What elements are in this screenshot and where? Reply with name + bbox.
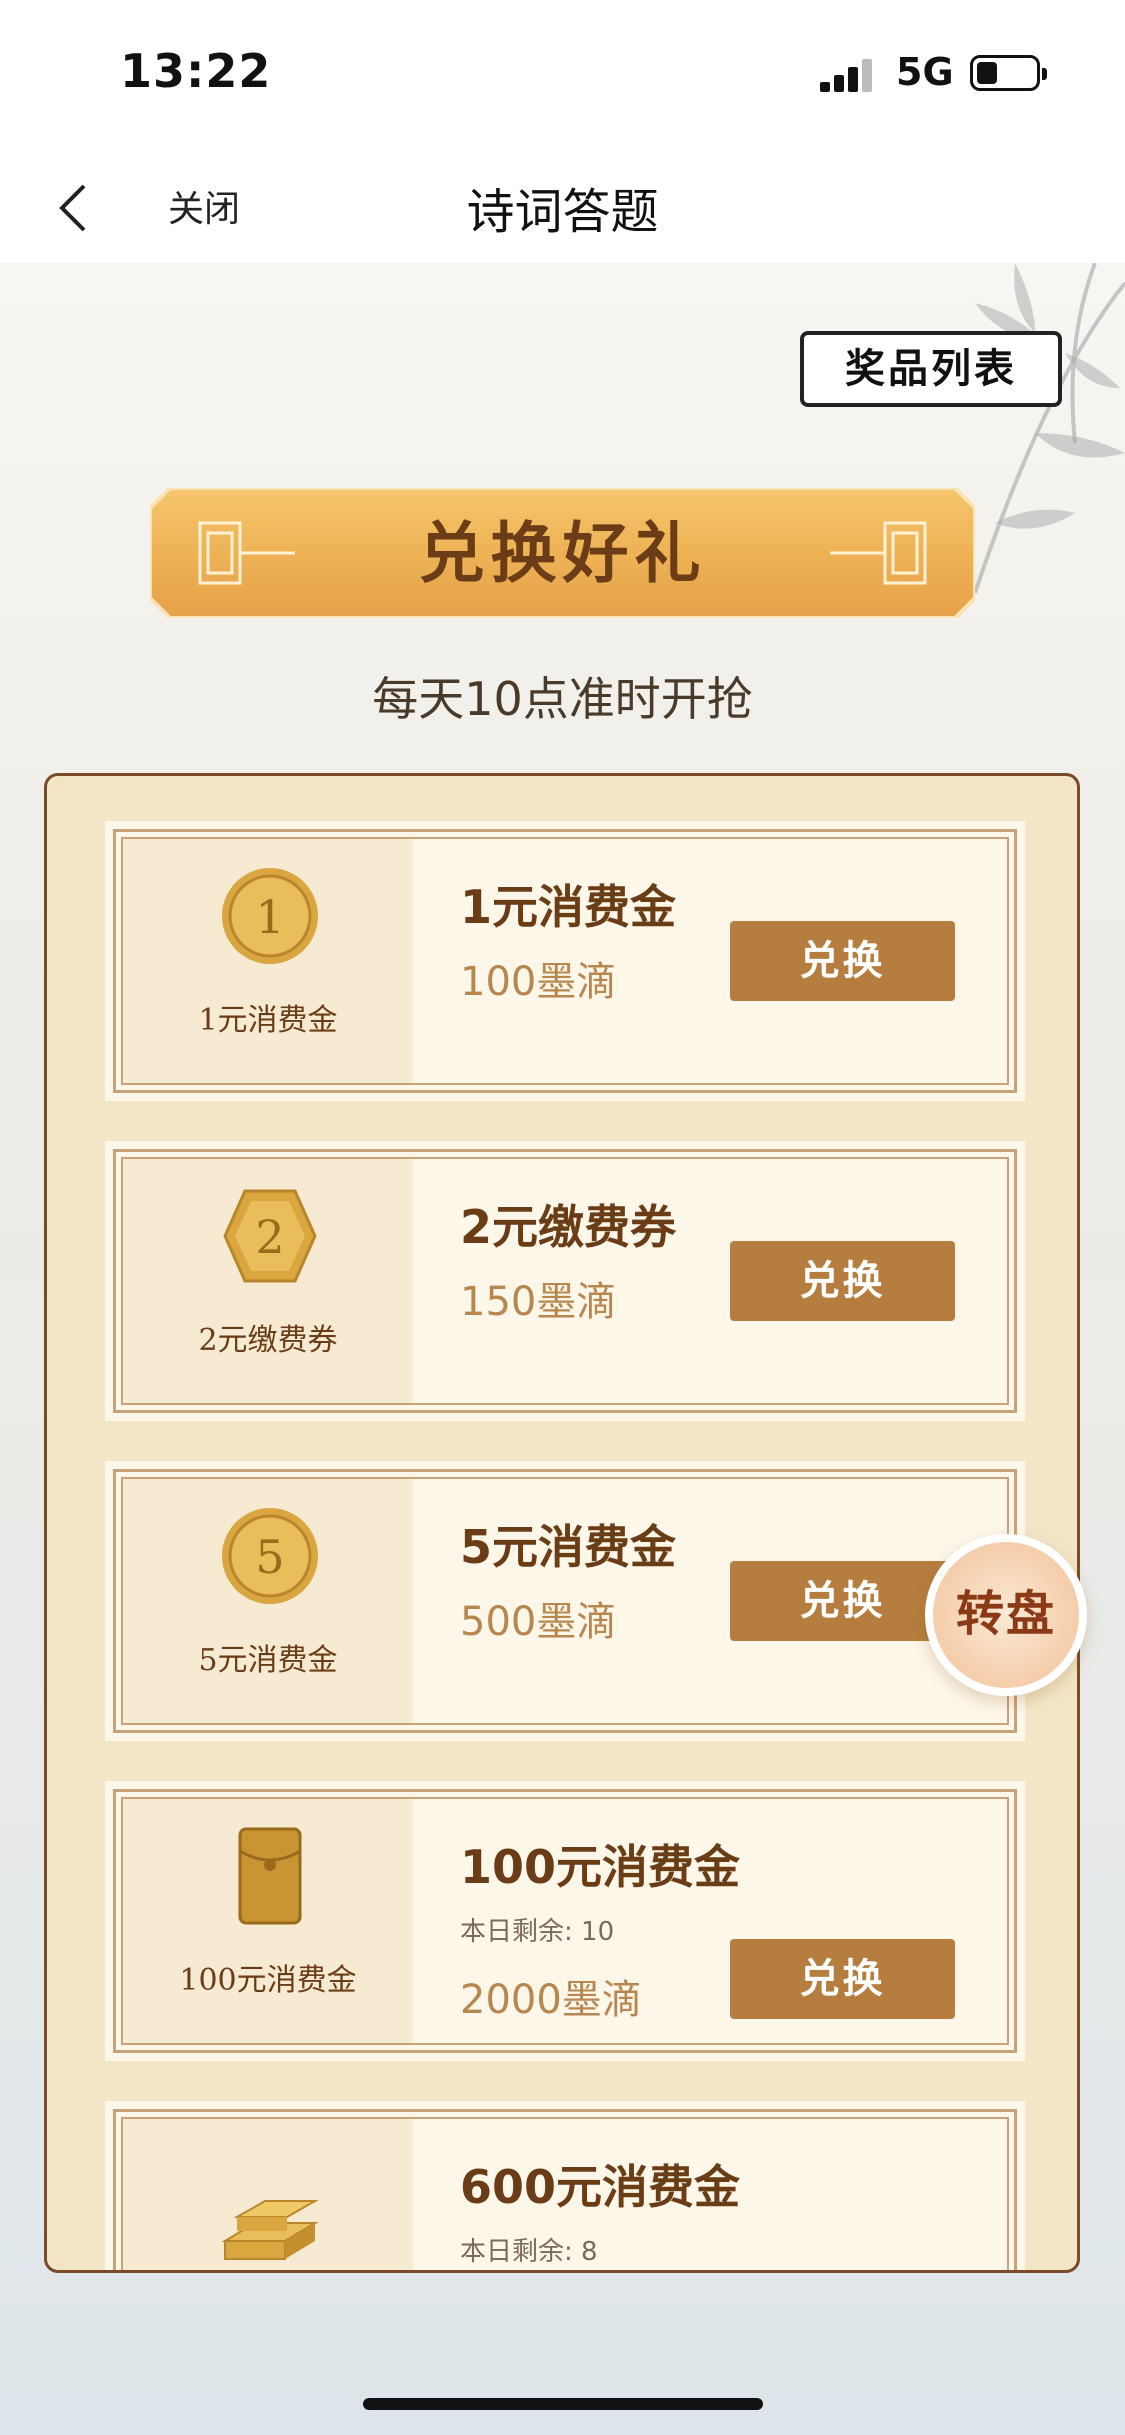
svg-text:1: 1 <box>255 890 284 944</box>
prize-price: 500墨滴 <box>460 1599 617 1645</box>
prize-card: 100元消费金 100元消费金 本日剩余: 10 2000墨滴 兑换 <box>105 1781 1025 2061</box>
prize-price: 100墨滴 <box>460 959 617 1005</box>
prize-name: 1元消费金 <box>460 880 677 934</box>
prize-panel: 1 1元消费金 1元消费金 100墨滴 兑换 2 2元缴费券 2元缴费券 150… <box>44 773 1080 2273</box>
exchange-button[interactable]: 兑换 <box>730 1241 955 1321</box>
gold-bar-icon <box>221 2200 319 2260</box>
network-type: 5G <box>896 50 954 94</box>
prize-icon-label: 2元缴费券 <box>198 1323 338 1358</box>
page-title: 诗词答题 <box>466 184 659 240</box>
prize-card: 600元消费金 本日剩余: 8 <box>105 2101 1025 2270</box>
prize-card: 1 1元消费金 1元消费金 100墨滴 兑换 <box>105 821 1025 1101</box>
prize-icon-label: 1元消费金 <box>198 1003 338 1038</box>
exchange-button[interactable]: 兑换 <box>730 1939 955 2019</box>
page-content: 奖品列表 兑换好礼 每天10点准时开抢 1 1元消费金 1元消费金 100墨滴 … <box>0 263 1125 2435</box>
status-bar: 13:22 5G <box>0 0 1125 150</box>
gold-coin-icon: 1 <box>222 868 318 964</box>
prize-remaining: 本日剩余: 10 <box>460 1917 615 1947</box>
signal-icon <box>820 59 872 92</box>
prize-price: 2000墨滴 <box>460 1977 642 2023</box>
prize-name: 5元消费金 <box>460 1520 677 1574</box>
prize-icon-label: 5元消费金 <box>198 1643 338 1678</box>
prize-name: 600元消费金 <box>460 2160 741 2214</box>
gold-coin-icon: 5 <box>222 1508 318 1604</box>
prize-icon-label: 100元消费金 <box>179 1963 357 1998</box>
prize-price: 150墨滴 <box>460 1279 617 1325</box>
prize-name: 100元消费金 <box>460 1840 741 1894</box>
prize-list-button[interactable]: 奖品列表 <box>800 331 1062 407</box>
exchange-button[interactable]: 兑换 <box>730 1561 955 1641</box>
prize-card: 2 2元缴费券 2元缴费券 150墨滴 兑换 <box>105 1141 1025 1421</box>
lucky-wheel-button[interactable]: 转盘 <box>925 1534 1087 1696</box>
svg-text:5: 5 <box>255 1530 284 1584</box>
battery-icon <box>970 55 1047 91</box>
exchange-button[interactable]: 兑换 <box>730 921 955 1001</box>
prize-name: 2元缴费券 <box>460 1200 677 1254</box>
status-time: 13:22 <box>120 44 272 98</box>
prize-remaining: 本日剩余: 8 <box>460 2237 598 2267</box>
red-envelope-icon <box>238 1827 302 1925</box>
banner-subtitle: 每天10点准时开抢 <box>372 672 753 726</box>
coupon-icon: 2 <box>223 1189 317 1283</box>
nav-bar: 关闭 诗词答题 <box>0 150 1125 263</box>
prize-card: 5 5元消费金 5元消费金 500墨滴 兑换 <box>105 1461 1025 1741</box>
home-indicator <box>363 2398 763 2410</box>
banner-title: 兑换好礼 <box>418 514 707 592</box>
svg-text:2: 2 <box>255 1210 284 1264</box>
